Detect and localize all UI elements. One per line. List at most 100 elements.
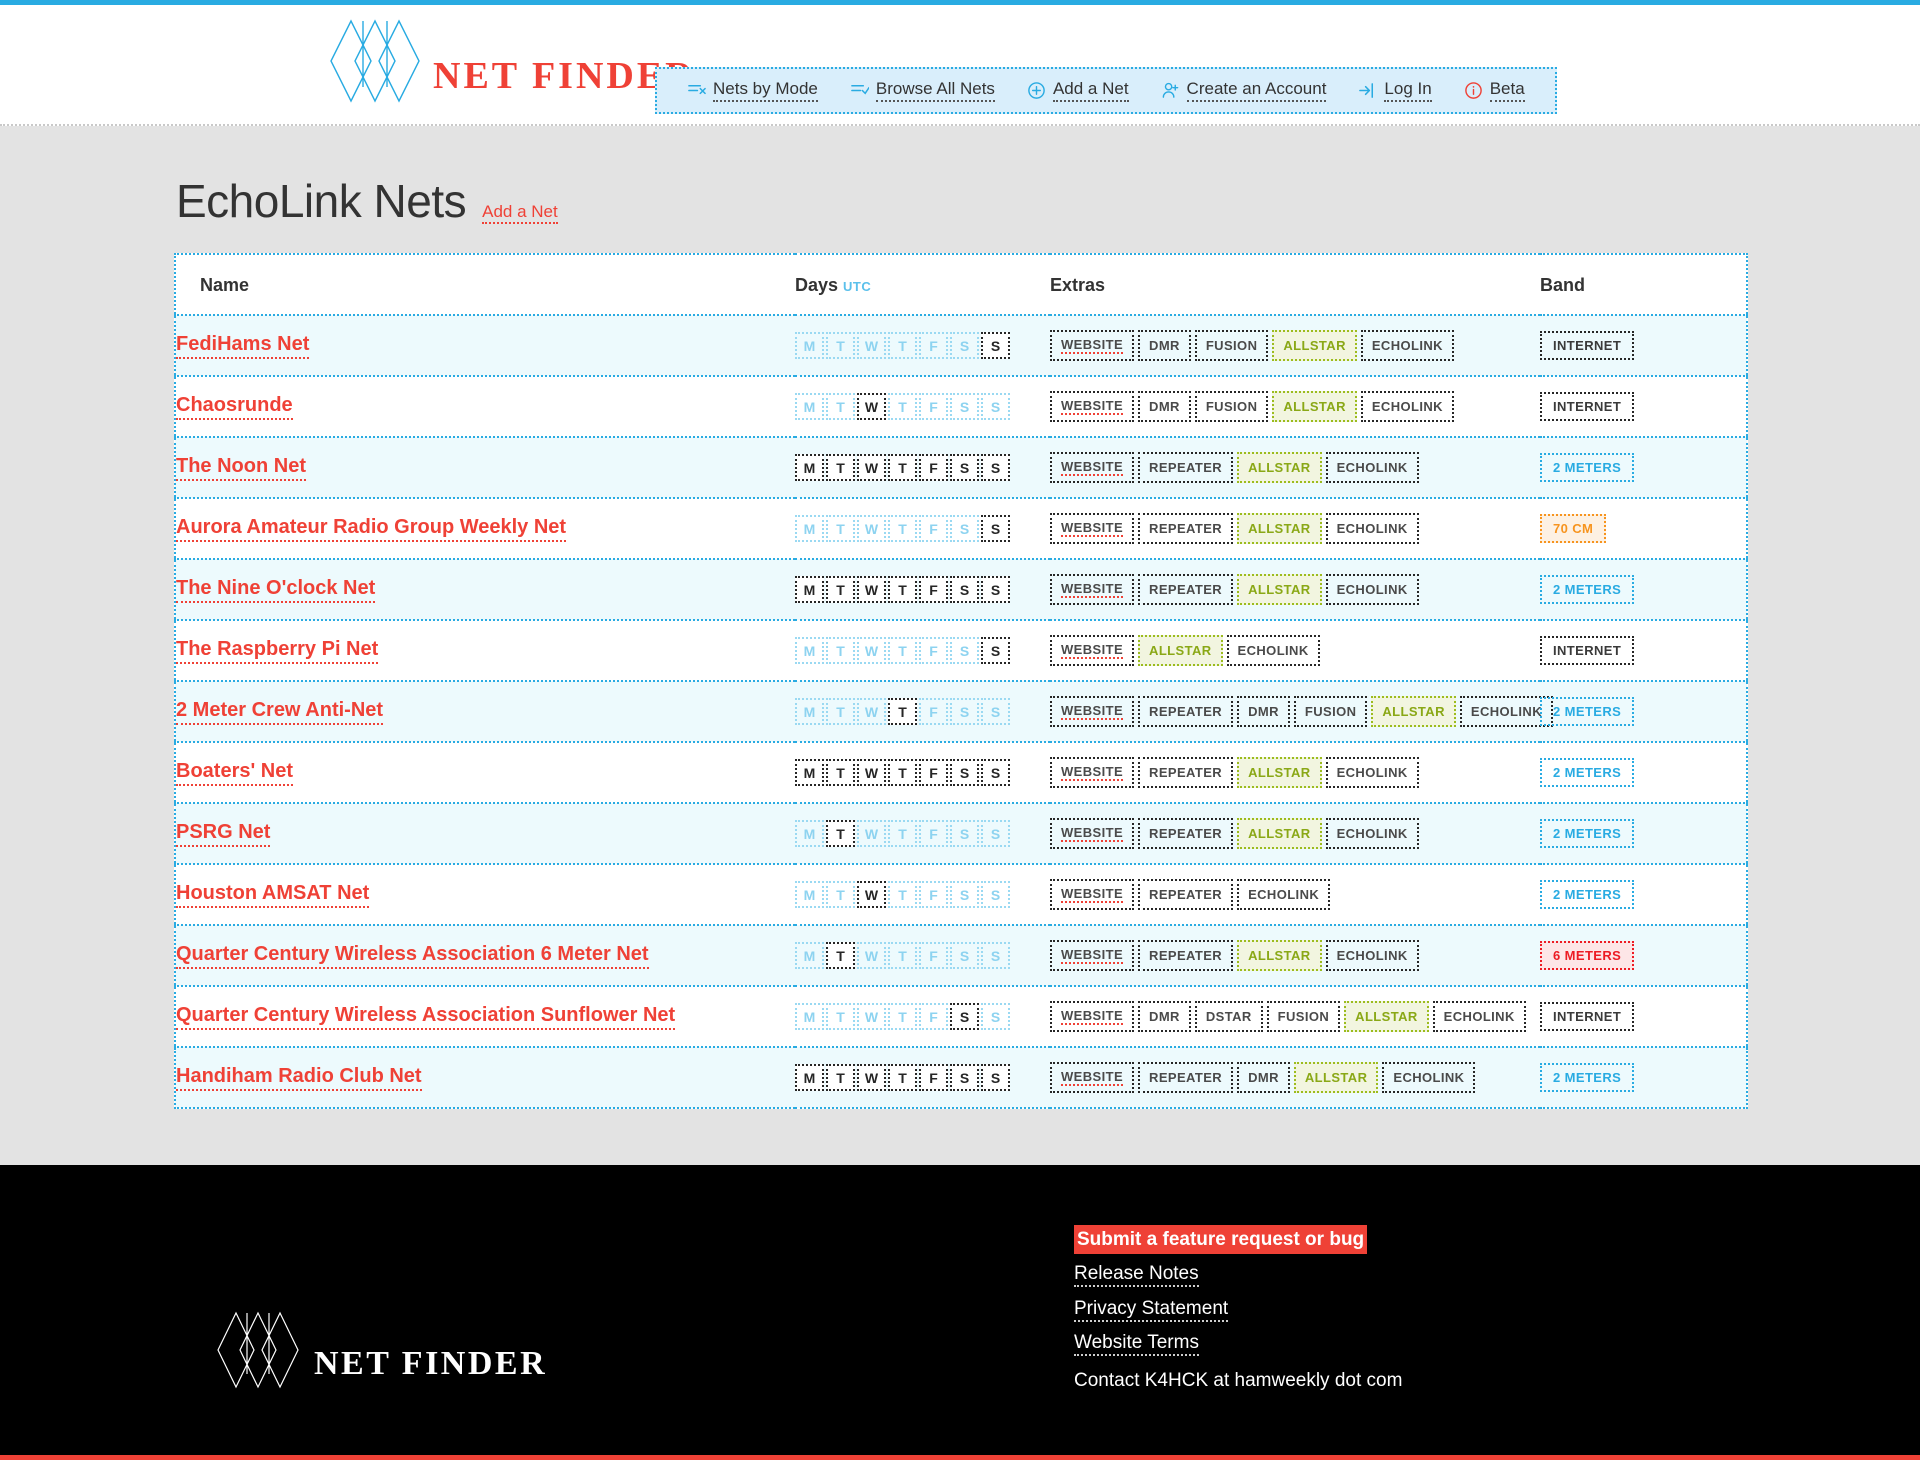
day-badge-active: W	[857, 759, 886, 786]
extra-badge-website[interactable]: WEBSITE	[1050, 635, 1135, 666]
extra-badge-echolink: ECHOLINK	[1360, 391, 1454, 422]
net-name-link[interactable]: Boaters' Net	[176, 759, 294, 786]
net-name-link[interactable]: Handiham Radio Club Net	[176, 1064, 422, 1091]
nav-item-nets-by-mode[interactable]: Nets by Mode	[671, 76, 834, 105]
nav-item-create-an-account[interactable]: Create an Account	[1145, 76, 1343, 105]
day-badge-inactive: T	[826, 637, 855, 664]
table-head: Name Days UTC Extras Band	[175, 254, 1747, 316]
extra-badge-website[interactable]: WEBSITE	[1050, 879, 1135, 910]
day-badge-active: S	[950, 576, 979, 603]
table-row: Boaters' Net M T W T F S S WEBSITE REPEATER ALLSTA…	[175, 742, 1747, 803]
extra-badge-label: WEBSITE	[1061, 581, 1124, 598]
net-name-link[interactable]: Quarter Century Wireless Association Sun…	[176, 1003, 676, 1030]
net-name-link[interactable]: 2 Meter Crew Anti-Net	[176, 698, 384, 725]
day-badge-inactive: F	[919, 393, 948, 420]
extra-badge-repeater: REPEATER	[1138, 1062, 1234, 1093]
footer-link-submit-a-feature-request-or-bug[interactable]: Submit a feature request or bug	[1074, 1225, 1368, 1255]
net-name-link[interactable]: The Nine O'clock Net	[176, 576, 376, 603]
day-badge-inactive: T	[826, 881, 855, 908]
extra-badge-website[interactable]: WEBSITE	[1050, 696, 1135, 727]
site-logo[interactable]: NET FINDER	[327, 19, 696, 109]
extra-badge-website[interactable]: WEBSITE	[1050, 1062, 1135, 1093]
extras-badge-group: WEBSITE REPEATER DMR FUSION ALLSTAR ECHOLINK	[1050, 696, 1553, 727]
footer-link-website-terms[interactable]: Website Terms	[1074, 1328, 1199, 1357]
footer-link-label: Privacy Statement	[1074, 1297, 1229, 1322]
day-badge-inactive: M	[795, 1003, 824, 1030]
login-arrow-icon	[1358, 81, 1377, 100]
day-badge-group: MTWTFSS	[795, 332, 1050, 359]
day-badge-inactive: T	[888, 393, 917, 420]
footer-link-release-notes[interactable]: Release Notes	[1074, 1259, 1199, 1288]
extra-badge-allstar: ALLSTAR	[1293, 1062, 1379, 1093]
extra-badge-website[interactable]: WEBSITE	[1050, 818, 1135, 849]
nav-item-add-a-net[interactable]: Add a Net	[1011, 76, 1145, 105]
extra-badge-allstar: ALLSTAR	[1272, 391, 1357, 422]
day-badge-active: M	[795, 1064, 824, 1091]
cell-days: MTWTFSS	[795, 681, 1050, 742]
net-name-link[interactable]: The Noon Net	[176, 454, 306, 481]
extra-badge-allstar: ALLSTAR	[1237, 513, 1322, 544]
extra-badge-website[interactable]: WEBSITE	[1050, 574, 1135, 605]
day-badge-inactive: S	[950, 820, 979, 847]
day-badge-inactive: S	[950, 698, 979, 725]
extra-badge-website[interactable]: WEBSITE	[1050, 513, 1135, 544]
day-badge-inactive: M	[795, 332, 824, 359]
day-badge-active: T	[826, 1064, 855, 1091]
nav-item-browse-all-nets[interactable]: Browse All Nets	[834, 76, 1011, 105]
table-row: Chaosrunde M T W T F S S WEBSITE DMR FUSION ALLSTAR…	[175, 376, 1747, 437]
nav-item-log-in[interactable]: Log In	[1342, 76, 1447, 105]
cell-name: FediHams Net	[175, 315, 795, 376]
extra-badge-website[interactable]: WEBSITE	[1050, 391, 1135, 422]
extra-badge-website[interactable]: WEBSITE	[1050, 452, 1135, 483]
cell-name: Houston AMSAT Net	[175, 864, 795, 925]
extra-badge-label: WEBSITE	[1061, 642, 1124, 659]
net-name-link[interactable]: Chaosrunde	[176, 393, 293, 420]
extra-badge-label: ALLSTAR	[1248, 765, 1311, 780]
extra-badge-label: ALLSTAR	[1248, 582, 1311, 597]
day-badge-inactive: F	[919, 820, 948, 847]
extra-badge-repeater: REPEATER	[1138, 574, 1234, 605]
footer-logo[interactable]: NET FINDER	[174, 1217, 1074, 1395]
day-badge-active: S	[981, 1064, 1010, 1091]
day-badge-group: MTWTFSS	[795, 454, 1050, 481]
day-badge-inactive: S	[981, 698, 1010, 725]
extra-badge-website[interactable]: WEBSITE	[1050, 1001, 1135, 1032]
net-finder-diamond-logo-icon	[214, 1309, 318, 1395]
add-a-net-link[interactable]: Add a Net	[482, 202, 558, 224]
extra-badge-label: ALLSTAR	[1304, 1070, 1368, 1085]
day-badge-inactive: T	[888, 515, 917, 542]
extra-badge-website[interactable]: WEBSITE	[1050, 330, 1135, 361]
extras-badge-group: WEBSITE DMR DSTAR FUSION ALLSTAR ECHOLINK	[1050, 1001, 1540, 1032]
extra-badge-allstar: ALLSTAR	[1237, 574, 1322, 605]
net-name-link[interactable]: Quarter Century Wireless Association 6 M…	[176, 942, 649, 969]
day-badge-inactive: S	[950, 393, 979, 420]
nav-item-beta[interactable]: Beta	[1448, 76, 1541, 105]
band-badge: 2 METERS	[1540, 880, 1635, 909]
day-badge-active: S	[981, 515, 1010, 542]
extra-badge-label: ECHOLINK	[1336, 460, 1408, 475]
net-name-link[interactable]: Aurora Amateur Radio Group Weekly Net	[176, 515, 567, 542]
day-badge-inactive: S	[950, 515, 979, 542]
net-name-link[interactable]: PSRG Net	[176, 820, 271, 847]
footer-link-privacy-statement[interactable]: Privacy Statement	[1074, 1294, 1229, 1323]
cell-extras: WEBSITE REPEATER ALLSTAR ECHOLINK	[1050, 925, 1540, 986]
extras-badge-group: WEBSITE ALLSTAR ECHOLINK	[1050, 635, 1540, 666]
day-badge-inactive: F	[919, 942, 948, 969]
cell-name: The Nine O'clock Net	[175, 559, 795, 620]
main-navigation: Nets by Mode Browse All Nets Add a Net C…	[655, 67, 1557, 114]
net-name-link[interactable]: The Raspberry Pi Net	[176, 637, 379, 664]
extra-badge-label: ECHOLINK	[1443, 1009, 1515, 1024]
extra-badge-label: REPEATER	[1149, 765, 1223, 780]
table-row: Handiham Radio Club Net M T W T F S S WEBSITE REP…	[175, 1047, 1747, 1108]
extra-badge-website[interactable]: WEBSITE	[1050, 940, 1135, 971]
band-badge: INTERNET	[1540, 636, 1635, 665]
cell-band: 2 METERS	[1540, 437, 1747, 498]
net-name-link[interactable]: FediHams Net	[176, 332, 310, 359]
day-badge-active: S	[981, 332, 1010, 359]
day-badge-group: MTWTFSS	[795, 759, 1050, 786]
day-badge-inactive: S	[981, 393, 1010, 420]
net-name-link[interactable]: Houston AMSAT Net	[176, 881, 370, 908]
extra-badge-website[interactable]: WEBSITE	[1050, 757, 1135, 788]
extra-badge-label: FUSION	[1205, 399, 1258, 414]
extra-badge-label: ECHOLINK	[1336, 826, 1408, 841]
